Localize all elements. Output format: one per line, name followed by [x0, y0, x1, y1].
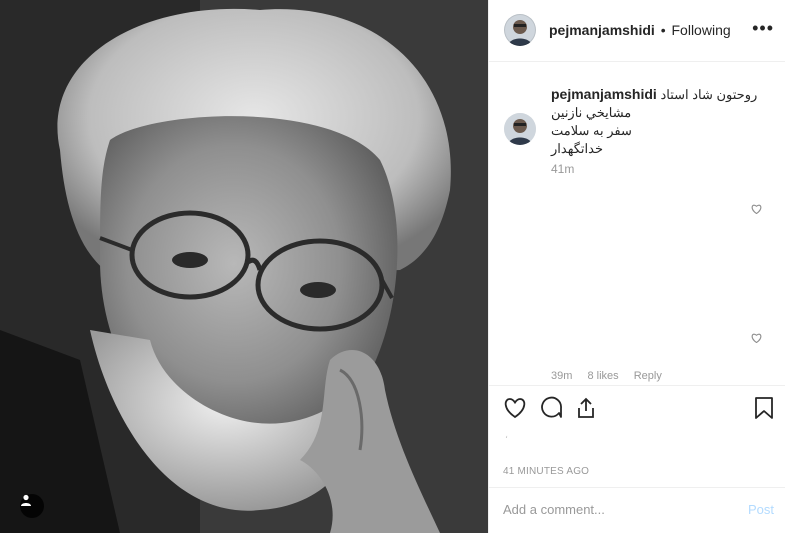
heart-outline-icon: [751, 333, 762, 344]
heart-icon: [504, 398, 526, 419]
post-timestamp: 41 MINUTES AGO: [503, 466, 590, 477]
instagram-post-view: pejmanjamshidi • Following ••• pejmanjam…: [0, 0, 785, 533]
comment-input[interactable]: [503, 502, 703, 517]
header-separator: •: [660, 22, 666, 38]
likes-row-faint: ،: [505, 430, 508, 440]
more-dots-icon[interactable]: •••: [752, 18, 774, 39]
bookmark-icon[interactable]: [753, 396, 779, 422]
caption-first-row: pejmanjamshidi روحتون شاد استاد: [551, 85, 781, 104]
caption-username[interactable]: pejmanjamshidi: [551, 86, 657, 102]
share-icon[interactable]: [574, 396, 600, 422]
comment-icon: [541, 396, 562, 418]
like-heart-icon[interactable]: [503, 396, 529, 422]
like-comment-heart-icon[interactable]: [751, 333, 762, 346]
comment-time: 39m: [551, 370, 573, 382]
like-comment-heart-icon[interactable]: [751, 204, 762, 217]
following-button[interactable]: Following: [672, 22, 731, 38]
person-icon: [21, 494, 31, 506]
comment-bar: Post: [489, 487, 785, 534]
post-photo[interactable]: [0, 0, 488, 533]
caption-time: 41m: [551, 162, 575, 176]
portrait-illustration: [0, 0, 488, 533]
comment-meta: 39m 8 likes Reply: [551, 370, 674, 382]
caption-line-1: روحتون شاد استاد: [660, 87, 758, 102]
comment-bubble-icon[interactable]: [539, 396, 565, 422]
caption-line-4: خداتگهدار: [551, 141, 603, 156]
author-avatar[interactable]: [504, 14, 536, 46]
post-button[interactable]: Post: [748, 502, 774, 517]
caption-line-2: مشايخي نازنين: [551, 105, 632, 120]
header-text: pejmanjamshidi • Following: [549, 22, 731, 38]
caption-line-3: سفر به سلامت: [551, 123, 632, 138]
avatar-image: [504, 113, 536, 145]
heart-outline-icon: [751, 204, 762, 215]
comment-likes[interactable]: 8 likes: [587, 370, 618, 382]
share-upload-icon: [578, 397, 594, 418]
post-caption: pejmanjamshidi روحتون شاد استاد مشايخي ن…: [551, 85, 781, 158]
action-bar: [489, 385, 785, 432]
reply-button[interactable]: Reply: [634, 370, 662, 382]
post-side-panel: pejmanjamshidi • Following ••• pejmanjam…: [488, 0, 785, 533]
post-header: pejmanjamshidi • Following •••: [489, 0, 785, 62]
caption-avatar[interactable]: [504, 113, 536, 145]
save-bookmark-icon: [755, 397, 773, 419]
tagged-user-icon[interactable]: [20, 494, 44, 518]
header-username[interactable]: pejmanjamshidi: [549, 22, 655, 38]
